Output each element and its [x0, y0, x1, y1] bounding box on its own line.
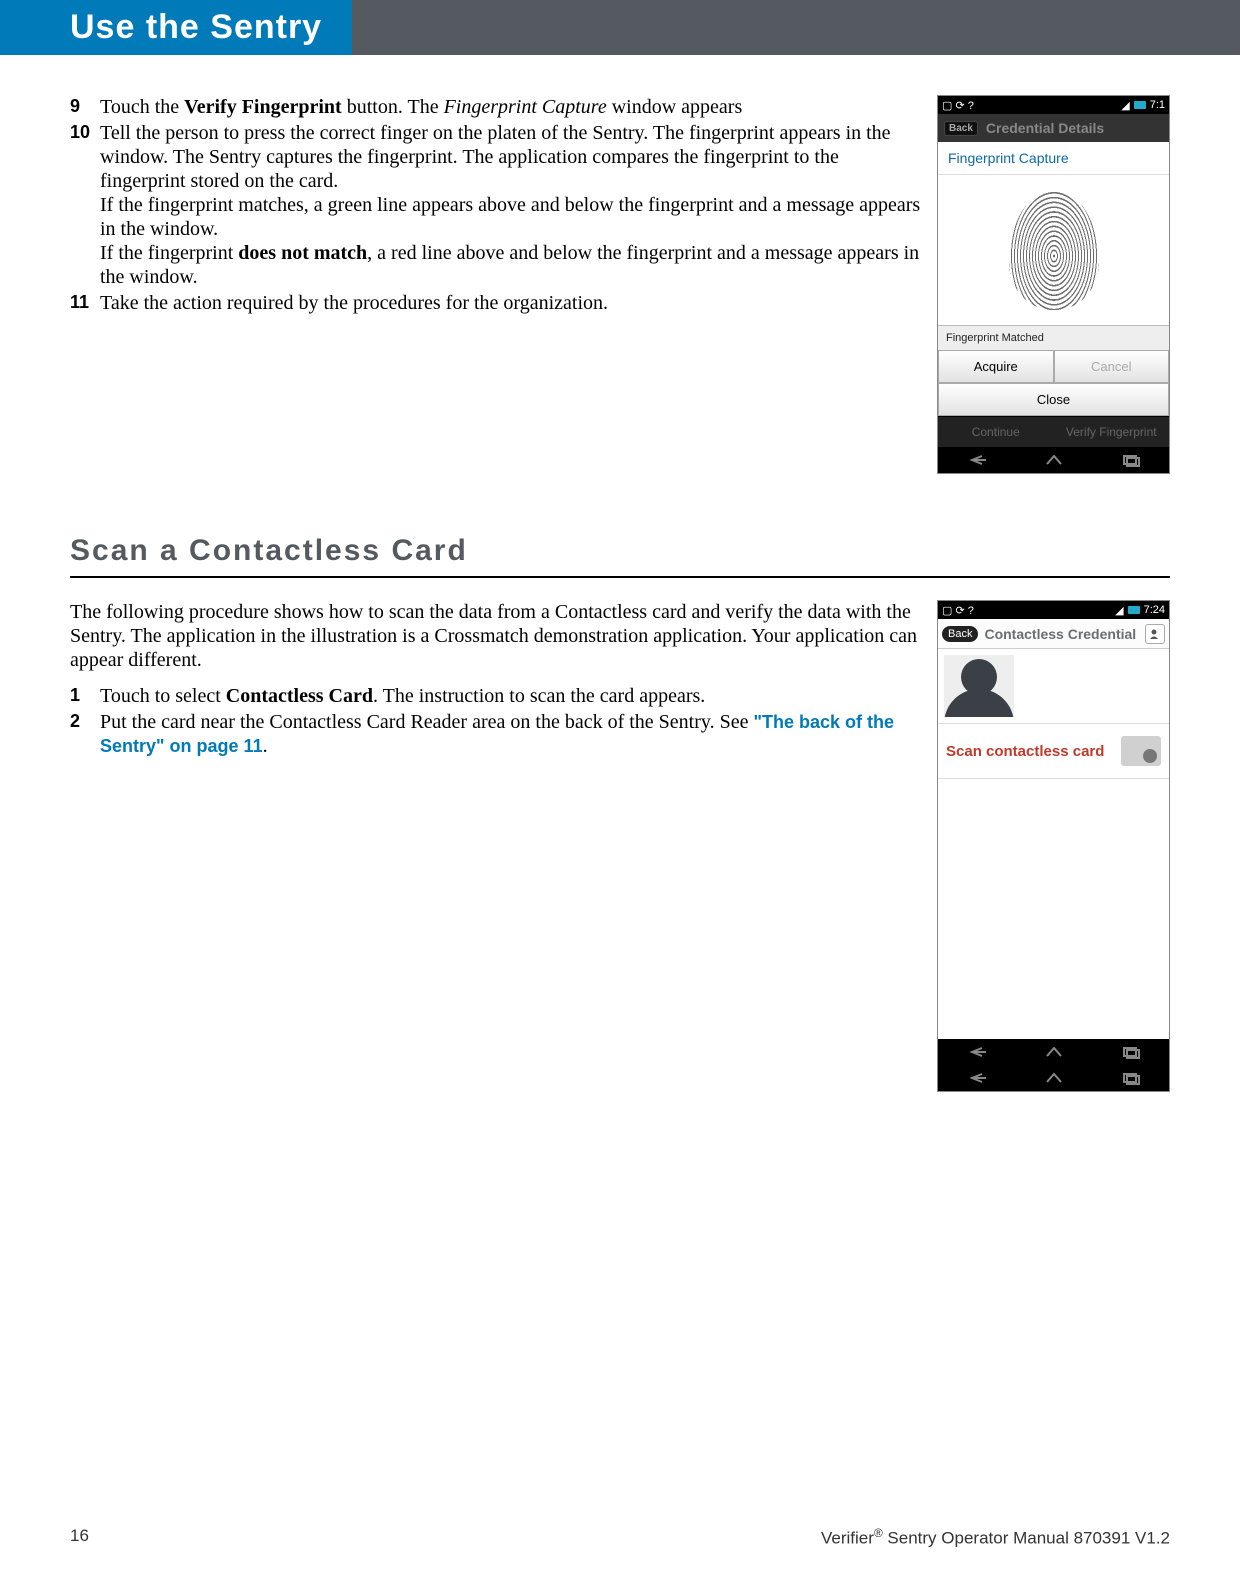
nav-home-icon[interactable]	[1043, 1071, 1065, 1085]
person-plus-icon	[1149, 628, 1161, 640]
nav-home-icon[interactable]	[1043, 453, 1065, 467]
intro-paragraph: The following procedure shows how to sca…	[70, 600, 922, 672]
fingerprint-icon	[1009, 190, 1099, 310]
android-nav-bar	[938, 1039, 1169, 1065]
add-button[interactable]	[1145, 624, 1165, 644]
android-status-bar: ▢ ⟳ ? ◢ 7:24	[938, 601, 1169, 619]
app-title: Contactless Credential	[984, 626, 1136, 642]
app-title-bar: Back Credential Details	[938, 114, 1169, 142]
step-item: 11Take the action required by the proced…	[70, 291, 922, 315]
android-nav-bar	[938, 447, 1169, 473]
battery-icon	[1134, 101, 1146, 109]
nav-back-icon[interactable]	[966, 1045, 988, 1059]
step-item: 2Put the card near the Contactless Card …	[70, 710, 922, 758]
photo-placeholder	[938, 649, 1169, 723]
step-number: 1	[70, 684, 100, 708]
back-button[interactable]: Back	[944, 121, 978, 136]
status-time: 7:1	[1150, 99, 1165, 111]
step-item: 1Touch to select Contactless Card. The i…	[70, 684, 922, 708]
step-number: 9	[70, 95, 100, 119]
scan-contactless-row[interactable]: Scan contactless card	[938, 723, 1169, 779]
status-time: 7:24	[1144, 604, 1165, 616]
screenshot-fingerprint-capture: ▢ ⟳ ? ◢ 7:1 Back Credential Details Fing…	[937, 95, 1170, 474]
android-status-bar: ▢ ⟳ ? ◢ 7:1	[938, 96, 1169, 114]
step-body: Take the action required by the procedur…	[100, 291, 922, 315]
page-number: 16	[70, 1526, 89, 1549]
acquire-button[interactable]: Acquire	[938, 350, 1054, 383]
status-left-icons: ▢ ⟳ ?	[942, 99, 974, 112]
step-body: Tell the person to press the correct fin…	[100, 121, 922, 289]
app-title-bar: Back Contactless Credential	[938, 619, 1169, 649]
nav-home-icon[interactable]	[1043, 1045, 1065, 1059]
nav-recent-icon[interactable]	[1120, 453, 1142, 467]
back-button[interactable]: Back	[942, 626, 978, 642]
step-body: Touch the Verify Fingerprint button. The…	[100, 95, 922, 119]
fingerprint-status: Fingerprint Matched	[938, 325, 1169, 350]
battery-icon	[1128, 606, 1140, 614]
android-nav-bar-dup	[938, 1065, 1169, 1091]
signal-icon: ◢	[1115, 604, 1123, 617]
steps-list-b: 1Touch to select Contactless Card. The i…	[70, 684, 922, 758]
step-item: 9Touch the Verify Fingerprint button. Th…	[70, 95, 922, 119]
step-body: Put the card near the Contactless Card R…	[100, 710, 922, 758]
steps-list-a: 9Touch the Verify Fingerprint button. Th…	[70, 95, 922, 315]
signal-icon: ◢	[1121, 99, 1129, 112]
continue-button[interactable]: Continue	[938, 416, 1054, 447]
verify-fingerprint-button[interactable]: Verify Fingerprint	[1054, 416, 1170, 447]
close-button[interactable]: Close	[938, 383, 1169, 416]
chapter-header: Use the Sentry	[0, 0, 1240, 55]
nav-recent-icon[interactable]	[1120, 1045, 1142, 1059]
step-number: 11	[70, 291, 100, 315]
card-reader-icon	[1121, 736, 1161, 766]
blank-area	[938, 779, 1169, 1039]
nav-back-icon[interactable]	[966, 453, 988, 467]
step-number: 2	[70, 710, 100, 758]
step-item: 10Tell the person to press the correct f…	[70, 121, 922, 289]
page-body: 9Touch the Verify Fingerprint button. Th…	[0, 55, 1240, 1092]
nav-recent-icon[interactable]	[1120, 1071, 1142, 1085]
status-left-icons: ▢ ⟳ ?	[942, 604, 974, 617]
section-heading-scan-contactless: Scan a Contactless Card	[70, 534, 1170, 578]
app-title: Credential Details	[986, 120, 1104, 136]
screenshot-contactless-credential: ▢ ⟳ ? ◢ 7:24 Back Contactless Credential	[937, 600, 1170, 1092]
scan-contactless-label: Scan contactless card	[946, 743, 1121, 760]
doc-title: Verifier® Sentry Operator Manual 870391 …	[821, 1526, 1170, 1549]
page-footer: 16 Verifier® Sentry Operator Manual 8703…	[70, 1526, 1170, 1549]
fingerprint-panel-title: Fingerprint Capture	[938, 142, 1169, 175]
cancel-button[interactable]: Cancel	[1054, 350, 1170, 383]
step-body: Touch to select Contactless Card. The in…	[100, 684, 922, 708]
step-number: 10	[70, 121, 100, 289]
nav-back-icon[interactable]	[966, 1071, 988, 1085]
chapter-title: Use the Sentry	[0, 0, 352, 55]
fingerprint-display	[938, 175, 1169, 325]
